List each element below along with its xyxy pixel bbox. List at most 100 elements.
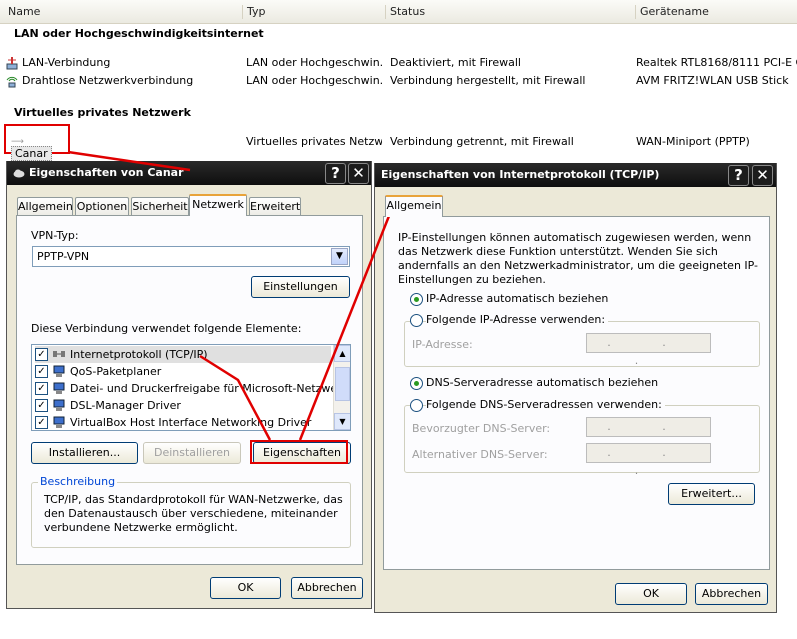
- dns-preferred-label: Bevorzugter DNS-Server:: [412, 422, 551, 435]
- element-label: Datei- und Druckerfreigabe für Microsoft…: [70, 382, 351, 395]
- dns-auto-radio[interactable]: [410, 377, 423, 390]
- canar-properties-dialog: Eigenschaften von Canar ? ✕ Allgemein Op…: [6, 161, 372, 609]
- elements-label: Diese Verbindung verwendet folgende Elem…: [31, 322, 302, 335]
- tab-sicherheit[interactable]: Sicherheit: [131, 197, 189, 216]
- dns-alternative-field[interactable]: . . .: [586, 443, 711, 477]
- network-service-icon: [53, 365, 65, 377]
- dialog-title: Eigenschaften von Canar: [29, 166, 184, 179]
- dns-preferred-field[interactable]: . . .: [586, 417, 711, 451]
- ip-address-label: IP-Adresse:: [412, 338, 473, 351]
- list-item[interactable]: ✓ Datei- und Druckerfreigabe für Microso…: [35, 380, 350, 397]
- close-button[interactable]: ✕: [348, 163, 369, 184]
- row-device: Realtek RTL8168/8111 PCI-E Giga: [636, 56, 797, 69]
- chevron-down-icon[interactable]: ▼: [331, 248, 348, 265]
- description-text: TCP/IP, das Standardprotokoll für WAN-Ne…: [44, 493, 343, 534]
- column-header-bar: Name Typ Status Gerätename: [0, 0, 797, 24]
- scroll-up-icon[interactable]: ▲: [334, 345, 350, 362]
- list-item-lan[interactable]: LAN-Verbindung LAN oder Hochgeschwin... …: [0, 55, 797, 71]
- tab-allgemein[interactable]: Allgemein: [385, 195, 443, 217]
- checkbox[interactable]: ✓: [35, 416, 48, 429]
- network-service-icon: [53, 416, 65, 428]
- dns-manual-radio[interactable]: [410, 399, 423, 412]
- list-item[interactable]: ✓ QoS-Paketplaner: [35, 363, 331, 380]
- ip-address-field[interactable]: . . .: [586, 333, 711, 367]
- vertical-scrollbar[interactable]: ▲ ▼: [333, 345, 350, 430]
- row-name: Drahtlose Netzwerkverbindung: [22, 74, 194, 87]
- network-connection-icon: [6, 57, 18, 70]
- description-groupbox: Beschreibung TCP/IP, das Standardprotoko…: [31, 475, 351, 548]
- row-device: AVM FRITZ!WLAN USB Stick: [636, 74, 789, 87]
- tab-page-netzwerk: VPN-Typ: PPTP-VPN ▼ Einstellungen Diese …: [16, 215, 363, 565]
- checkbox[interactable]: ✓: [35, 365, 48, 378]
- dialog-titlebar[interactable]: Eigenschaften von Internetprotokoll (TCP…: [375, 163, 776, 187]
- list-item[interactable]: ✓ Internetprotokoll (TCP/IP): [35, 346, 331, 363]
- ip-auto-label[interactable]: IP-Adresse automatisch beziehen: [426, 292, 608, 305]
- row-type: Virtuelles privates Netzw...: [246, 135, 382, 148]
- cancel-button[interactable]: Abbrechen: [695, 583, 768, 605]
- tab-erweitert[interactable]: Erweitert: [249, 197, 301, 216]
- cloud-icon: [13, 169, 25, 178]
- element-label: Internetprotokoll (TCP/IP): [70, 348, 208, 361]
- tab-netzwerk[interactable]: Netzwerk: [189, 194, 247, 216]
- tab-allgemein[interactable]: Allgemein: [17, 197, 73, 216]
- group-vpn-heading: Virtuelles privates Netzwerk: [14, 106, 191, 119]
- row-status: Deaktiviert, mit Firewall: [390, 56, 521, 69]
- intro-text: IP-Einstellungen können automatisch zuge…: [398, 231, 759, 286]
- row-name: LAN-Verbindung: [22, 56, 111, 69]
- dns-alternative-label: Alternativer DNS-Server:: [412, 448, 548, 461]
- column-header-device[interactable]: Gerätename: [635, 5, 797, 19]
- install-button[interactable]: Installieren...: [31, 442, 138, 464]
- dns-auto-label[interactable]: DNS-Serveradresse automatisch beziehen: [426, 376, 658, 389]
- properties-highlight-box: [250, 440, 348, 464]
- advanced-button[interactable]: Erweitert...: [668, 483, 755, 505]
- group-lan-heading: LAN oder Hochgeschwindigkeitsinternet: [14, 27, 264, 40]
- ok-button[interactable]: OK: [615, 583, 687, 605]
- elements-list[interactable]: ✓ Internetprotokoll (TCP/IP) ✓ QoS-Paket…: [31, 344, 351, 431]
- row-device: WAN-Miniport (PPTP): [636, 135, 750, 148]
- row-status: Verbindung hergestellt, mit Firewall: [390, 74, 586, 87]
- checkbox[interactable]: ✓: [35, 348, 48, 361]
- vpn-type-label: VPN-Typ:: [31, 229, 79, 242]
- element-label: DSL-Manager Driver: [70, 399, 181, 412]
- checkbox[interactable]: ✓: [35, 382, 48, 395]
- cancel-button[interactable]: Abbrechen: [291, 577, 363, 599]
- list-item-canar[interactable]: Virtuelles privates Netzw... Verbindung …: [0, 134, 797, 150]
- uninstall-button[interactable]: Deinstallieren: [143, 442, 241, 464]
- checkbox[interactable]: ✓: [35, 399, 48, 412]
- scroll-down-icon[interactable]: ▼: [334, 413, 350, 430]
- ip-manual-label[interactable]: Folgende IP-Adresse verwenden:: [426, 313, 609, 326]
- description-title: Beschreibung: [38, 475, 118, 488]
- network-service-icon: [53, 382, 65, 394]
- row-status: Verbindung getrennt, mit Firewall: [390, 135, 574, 148]
- element-label: QoS-Paketplaner: [70, 365, 162, 378]
- dns-manual-label[interactable]: Folgende DNS-Serveradressen verwenden:: [426, 398, 665, 411]
- settings-button[interactable]: Einstellungen: [251, 276, 350, 298]
- wireless-connection-icon: [6, 76, 18, 88]
- column-header-type[interactable]: Typ: [242, 5, 385, 19]
- list-item[interactable]: ✓ DSL-Manager Driver: [35, 397, 331, 414]
- column-header-name[interactable]: Name: [4, 5, 242, 19]
- row-type: LAN oder Hochgeschwin...: [246, 74, 382, 87]
- ok-button[interactable]: OK: [210, 577, 281, 599]
- protocol-icon: [53, 351, 65, 357]
- ip-auto-radio[interactable]: [410, 293, 423, 306]
- dialog-title: Eigenschaften von Internetprotokoll (TCP…: [381, 168, 660, 181]
- vpn-type-select[interactable]: PPTP-VPN ▼: [32, 246, 350, 267]
- network-service-icon: [53, 399, 65, 411]
- scroll-thumb[interactable]: [335, 367, 350, 401]
- list-item[interactable]: ✓ VirtualBox Host Interface Networking D…: [35, 414, 331, 430]
- column-header-status[interactable]: Status: [385, 5, 635, 19]
- list-item-wlan[interactable]: Drahtlose Netzwerkverbindung LAN oder Ho…: [0, 73, 797, 89]
- canar-highlight-box: ⟶ Canar: [4, 124, 70, 161]
- tab-page-allgemein: IP-Einstellungen können automatisch zuge…: [383, 216, 770, 570]
- close-button[interactable]: ✕: [752, 165, 773, 186]
- vpn-type-value: PPTP-VPN: [37, 250, 90, 263]
- help-button[interactable]: ?: [728, 165, 749, 186]
- dialog-titlebar[interactable]: Eigenschaften von Canar ? ✕: [7, 161, 371, 185]
- row-name: Canar: [11, 146, 52, 161]
- tab-optionen[interactable]: Optionen: [75, 197, 129, 216]
- ip-manual-radio[interactable]: [410, 314, 423, 327]
- canar-item[interactable]: ⟶ Canar: [11, 134, 68, 161]
- tcpip-properties-dialog: Eigenschaften von Internetprotokoll (TCP…: [374, 163, 777, 613]
- help-button[interactable]: ?: [325, 163, 346, 184]
